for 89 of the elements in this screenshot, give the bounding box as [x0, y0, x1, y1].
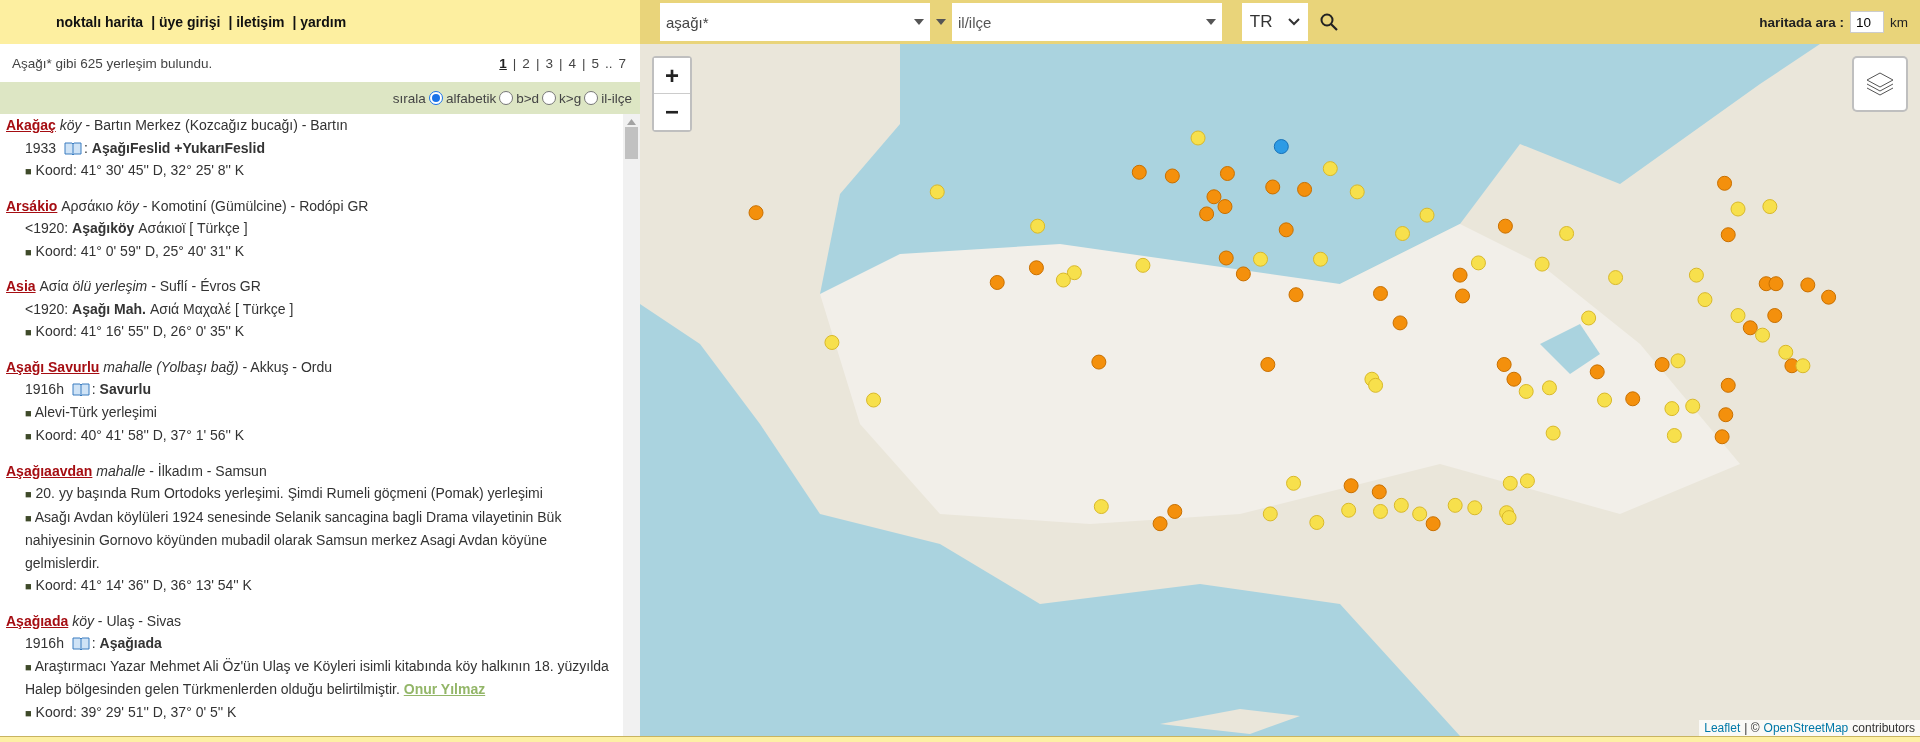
- district-field[interactable]: il/ilçe: [952, 3, 1222, 41]
- radius-input[interactable]: 10: [1850, 11, 1884, 33]
- source-year: 1916h: [25, 635, 64, 651]
- zoom-in-button[interactable]: +: [654, 58, 690, 94]
- page-link[interactable]: 4: [568, 55, 576, 71]
- radius-unit: km: [1890, 14, 1908, 30]
- info-text: ■ Koord: 39° 29' 51'' D, 37° 0' 5'' K: [24, 702, 238, 722]
- info-text: ■ Koord: 40° 41' 58'' D, 37° 1' 56'' K: [24, 426, 246, 445]
- book-icon: [71, 637, 90, 650]
- caret-icon: [914, 19, 924, 25]
- sort-label: sırala: [392, 90, 426, 106]
- search-icon[interactable]: [1320, 13, 1338, 31]
- page-link[interactable]: 2: [522, 55, 530, 71]
- place-type: köy: [117, 197, 139, 214]
- scrollbar-thumb[interactable]: [625, 127, 638, 159]
- info-text: ■ Koord: 41° 14' 36'' D, 36° 13' 54'' K: [24, 576, 253, 595]
- info-text: ■ Koord: 41° 16' 55'' D, 26° 0' 35'' K: [24, 322, 246, 341]
- radio-button[interactable]: [584, 91, 599, 105]
- radio-button[interactable]: [542, 91, 557, 105]
- source-separator: :: [84, 139, 88, 156]
- source-name: AşağıFeslid +YukarıFeslid: [91, 139, 265, 156]
- scrollbar[interactable]: [623, 114, 640, 736]
- leaflet-link[interactable]: Leaflet: [1704, 721, 1741, 735]
- sort-option-label[interactable]: alfabetik: [445, 90, 497, 106]
- source-separator: :: [91, 381, 96, 397]
- source-year: 1933: [25, 139, 57, 156]
- result-summary: Aşağı* gibi 625 yerleşim bulundu.: [12, 55, 213, 71]
- info-text: ■ Alevi-Türk yerleşimi: [24, 402, 158, 422]
- alt-name: Αρσάκιο: [61, 197, 114, 214]
- layers-button[interactable]: [1852, 56, 1908, 112]
- info-text: ■ Koord: 41° 30' 45'' D, 32° 25' 8'' K: [24, 161, 246, 180]
- sort-option-label[interactable]: b>d: [516, 90, 540, 106]
- info-text: ■ Koord: 41° 0' 59'' D, 25° 40' 31'' K: [24, 241, 246, 261]
- page-link[interactable]: 5: [591, 55, 599, 71]
- place-location: - Akkuş - Ordu: [242, 358, 333, 375]
- place-name-link[interactable]: Aşağıada: [6, 612, 69, 629]
- place-location: - İlkadım - Samsun: [149, 462, 267, 479]
- place-type: mahalle: [96, 462, 146, 479]
- source-name: Aşağıada: [99, 635, 162, 651]
- nav-link[interactable]: | üye girişi: [151, 14, 221, 30]
- radius-label: haritada ara :: [1759, 14, 1844, 30]
- page-separator: |: [535, 55, 540, 71]
- page-separator: |: [581, 55, 586, 71]
- scroll-up-icon[interactable]: [627, 119, 636, 125]
- page-link[interactable]: 7: [618, 55, 626, 71]
- place-location: - Bartın Merkez (Kozcağız bucağı) - Bartın: [85, 117, 348, 133]
- attribution-text: contributors: [1852, 721, 1915, 735]
- place-name-link[interactable]: Aşağıaavdan: [6, 462, 93, 479]
- sort-option-label[interactable]: il-ilçe: [601, 90, 632, 106]
- nav-link[interactable]: noktalı harita: [56, 14, 144, 30]
- place-location: - Komotiní (Gümülcine) - Rodópi GR: [142, 197, 369, 214]
- nav-link[interactable]: | yardım: [292, 14, 347, 30]
- place-type: mahalle (Yolbaşı bağ): [103, 358, 239, 375]
- place-name-link[interactable]: Arsákio: [6, 197, 58, 214]
- sort-option-label[interactable]: k>g: [559, 90, 582, 106]
- page-link[interactable]: 3: [545, 55, 553, 71]
- nav-link[interactable]: | iletişim: [228, 14, 285, 30]
- page-gap: ..: [604, 55, 613, 71]
- page-separator: |: [558, 55, 563, 71]
- radio-button[interactable]: [428, 91, 443, 105]
- chevron-icon: [1288, 18, 1301, 26]
- country-select[interactable]: TR: [1242, 3, 1308, 41]
- source-year: 1916h: [25, 381, 64, 397]
- old-name-line: <1920: Aşağı Mah. Ασιά Μαχαλέ [ Türkçe ]: [24, 299, 295, 319]
- place-type: köy: [72, 612, 94, 629]
- osm-link[interactable]: OpenStreetMap: [1763, 721, 1849, 735]
- source-separator: :: [91, 635, 96, 651]
- place-location: - Suflí - Évros GR: [151, 278, 261, 294]
- place-name-link[interactable]: Akağaç: [6, 117, 56, 133]
- old-name-line: <1920: Aşağıköy Ασάκιοϊ [ Türkçe ]: [24, 219, 249, 238]
- search-field[interactable]: aşağı*: [660, 3, 930, 41]
- place-name-link[interactable]: Asia: [6, 278, 36, 294]
- place-type: köy: [59, 117, 82, 133]
- alt-name: Ασία: [39, 278, 69, 294]
- page-link[interactable]: 1: [499, 55, 507, 71]
- book-icon: [71, 383, 90, 396]
- page-separator: |: [512, 55, 517, 71]
- place-type: ölü yerleşim: [72, 278, 148, 294]
- info-text: ■ 20. yy başında Rum Ortodoks yerleşimi. Şimdi Rumeli göçmeni (Pomak) yerleşimi: [24, 484, 544, 503]
- source-name: Savurlu: [99, 381, 151, 397]
- caret-icon: [1206, 19, 1216, 25]
- place-location: - Ulaş - Sivas: [97, 612, 182, 629]
- radio-button[interactable]: [499, 91, 514, 105]
- attribution-separator: | ©: [1744, 721, 1760, 735]
- info-text: ■ Asağı Avdan köylüleri 1924 senesinde Selanik sancagina bagli Drama vilayetinin Bük nahiyesinin Gornovo köyünden mubadil olarak Samsun merkez Asagi Avdan köyüne gelmislerdir.: [24, 507, 563, 573]
- info-text: ■ Araştırmacı Yazar Mehmet Ali Öz'ün Ulaş ve Köyleri isimli kitabında köy halkının 18. yüzyılda Halep bölgesinden gelen Türkmenlerden olduğu belirtilmiştir. Onur Yılmaz: [24, 656, 610, 699]
- place-name-link[interactable]: Aşağı Savurlu: [6, 358, 100, 375]
- book-icon: [64, 141, 83, 155]
- caret-icon: [936, 19, 946, 25]
